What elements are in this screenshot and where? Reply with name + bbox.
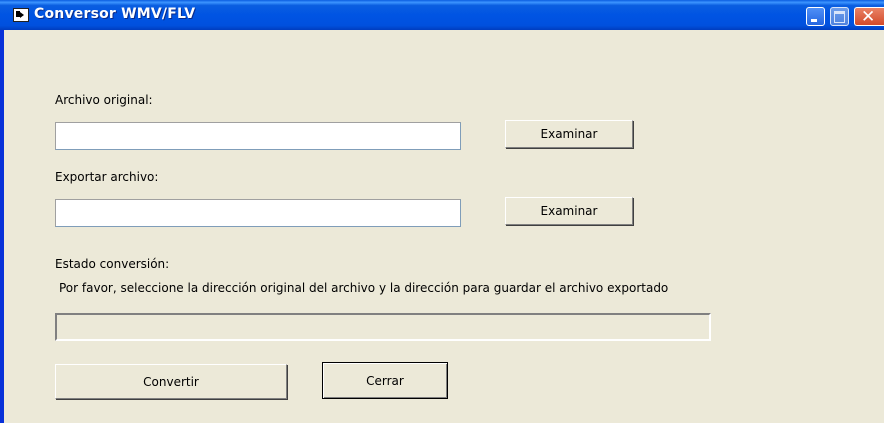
export-file-input[interactable] <box>55 199 461 227</box>
browse-source-label: Examinar <box>540 127 598 141</box>
convert-button[interactable]: Convertir <box>55 364 287 399</box>
browse-export-button[interactable]: Examinar <box>505 197 633 225</box>
source-file-input[interactable] <box>55 122 461 150</box>
browse-export-label: Examinar <box>540 204 598 218</box>
minimize-icon[interactable] <box>806 7 825 26</box>
close-icon: ✕ <box>861 7 876 27</box>
maximize-icon <box>830 7 849 26</box>
convert-label: Convertir <box>143 374 199 389</box>
browse-source-button[interactable]: Examinar <box>505 120 633 148</box>
app-icon[interactable] <box>13 8 29 22</box>
close-button[interactable]: Cerrar <box>322 362 448 399</box>
source-file-label: Archivo original: <box>55 93 153 107</box>
status-label: Estado conversión: <box>55 257 170 271</box>
app-window: Conversor WMV/FLV ✕ Archivo original: Ex… <box>0 0 884 423</box>
export-file-label: Exportar archivo: <box>55 170 159 184</box>
close-window-button[interactable]: ✕ <box>854 7 884 27</box>
close-label: Cerrar <box>366 373 404 388</box>
conversion-progress-bar <box>55 313 711 341</box>
window-border <box>0 30 4 423</box>
status-message: Por favor, seleccione la dirección origi… <box>59 281 669 295</box>
window-title: Conversor WMV/FLV <box>34 6 196 22</box>
title-bar[interactable]: Conversor WMV/FLV ✕ <box>0 0 884 30</box>
